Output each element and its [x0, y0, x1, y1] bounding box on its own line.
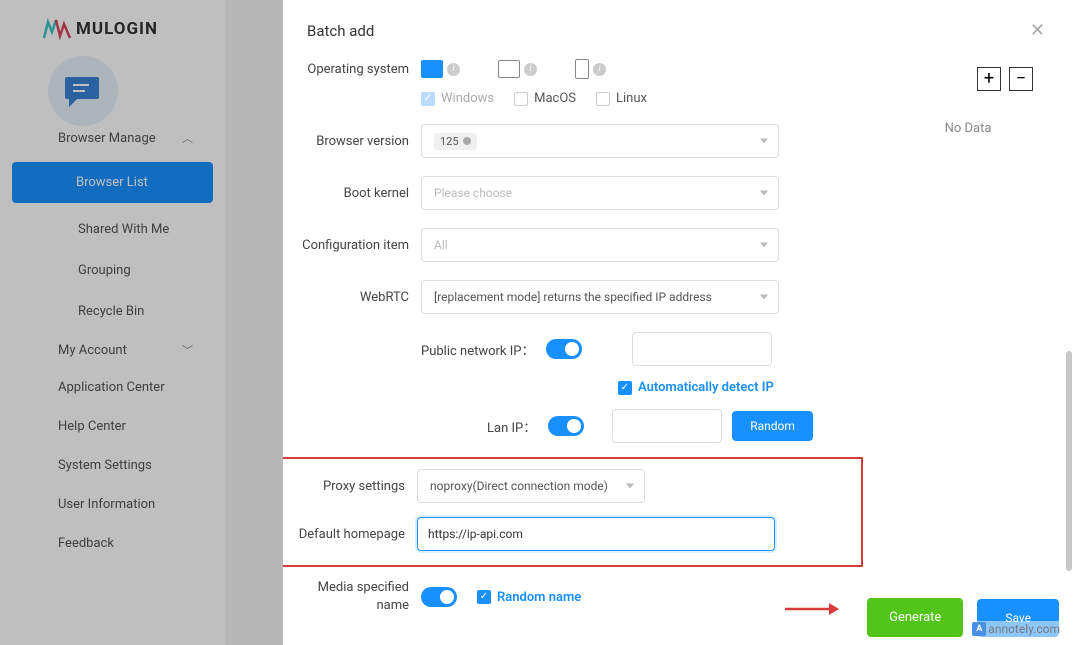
- chk-linux[interactable]: Linux: [596, 91, 647, 106]
- generate-button[interactable]: Generate: [867, 598, 963, 637]
- highlight-annotation: Proxy settings noproxy(Direct connection…: [283, 457, 863, 567]
- row-webrtc: WebRTC [replacement mode] returns the sp…: [283, 280, 863, 314]
- row-homepage: Default homepage: [283, 517, 861, 551]
- row-media-name: Media specified name Random name: [283, 579, 863, 615]
- phone-icon[interactable]: [575, 59, 589, 79]
- modal-header: Batch add ✕: [283, 0, 1073, 59]
- row-os-check: Windows MacOS Linux: [283, 91, 863, 106]
- scrollbar[interactable]: [1065, 119, 1073, 629]
- toggle-public-ip[interactable]: [546, 339, 582, 359]
- remove-button[interactable]: −: [1009, 67, 1033, 91]
- row-browser-version: Browser version 125: [283, 124, 863, 158]
- row-public-ip: Public network IP：: [283, 332, 863, 366]
- batch-add-modal: Batch add ✕ Operating system i i i Windo…: [283, 0, 1073, 645]
- random-button[interactable]: Random: [732, 411, 813, 441]
- row-config-item: Configuration item All: [283, 228, 863, 262]
- add-button[interactable]: +: [977, 67, 1001, 91]
- input-lan-ip[interactable]: [612, 409, 722, 443]
- select-config-item[interactable]: All: [421, 228, 779, 262]
- row-proxy: Proxy settings noproxy(Direct connection…: [283, 469, 861, 503]
- close-icon[interactable]: ✕: [1026, 16, 1049, 45]
- chk-random-name[interactable]: Random name: [477, 590, 581, 605]
- right-panel: + − No Data: [883, 59, 1053, 633]
- tablet-icon[interactable]: [498, 60, 520, 78]
- info-icon: i: [447, 63, 460, 76]
- row-os: Operating system i i i: [283, 59, 863, 79]
- select-webrtc[interactable]: [replacement mode] returns the specified…: [421, 280, 779, 314]
- row-boot-kernel: Boot kernel Please choose: [283, 176, 863, 210]
- toggle-media-name[interactable]: [421, 587, 457, 607]
- input-public-ip[interactable]: [632, 332, 772, 366]
- modal-body: Operating system i i i Windows MacOS Lin…: [283, 59, 1073, 645]
- info-icon: i: [593, 63, 606, 76]
- input-homepage[interactable]: [417, 517, 775, 551]
- watermark: A annotely.com: [969, 621, 1063, 637]
- row-lan-ip: Lan IP： Random: [283, 409, 863, 443]
- select-browser-version[interactable]: 125: [421, 124, 779, 158]
- toggle-lan-ip[interactable]: [548, 416, 584, 436]
- row-auto-detect: Automatically detect IP: [283, 380, 863, 395]
- select-boot-kernel[interactable]: Please choose: [421, 176, 779, 210]
- info-icon: i: [524, 63, 537, 76]
- select-proxy[interactable]: noproxy(Direct connection mode): [417, 469, 645, 503]
- modal-title: Batch add: [307, 22, 374, 40]
- chk-macos[interactable]: MacOS: [514, 91, 576, 106]
- watermark-icon: A: [972, 622, 986, 636]
- form: Operating system i i i Windows MacOS Lin…: [283, 59, 883, 633]
- desktop-icon[interactable]: [421, 60, 443, 78]
- no-data-text: No Data: [883, 121, 1053, 136]
- chk-windows: Windows: [421, 91, 494, 106]
- chk-auto-detect[interactable]: Automatically detect IP: [618, 380, 774, 395]
